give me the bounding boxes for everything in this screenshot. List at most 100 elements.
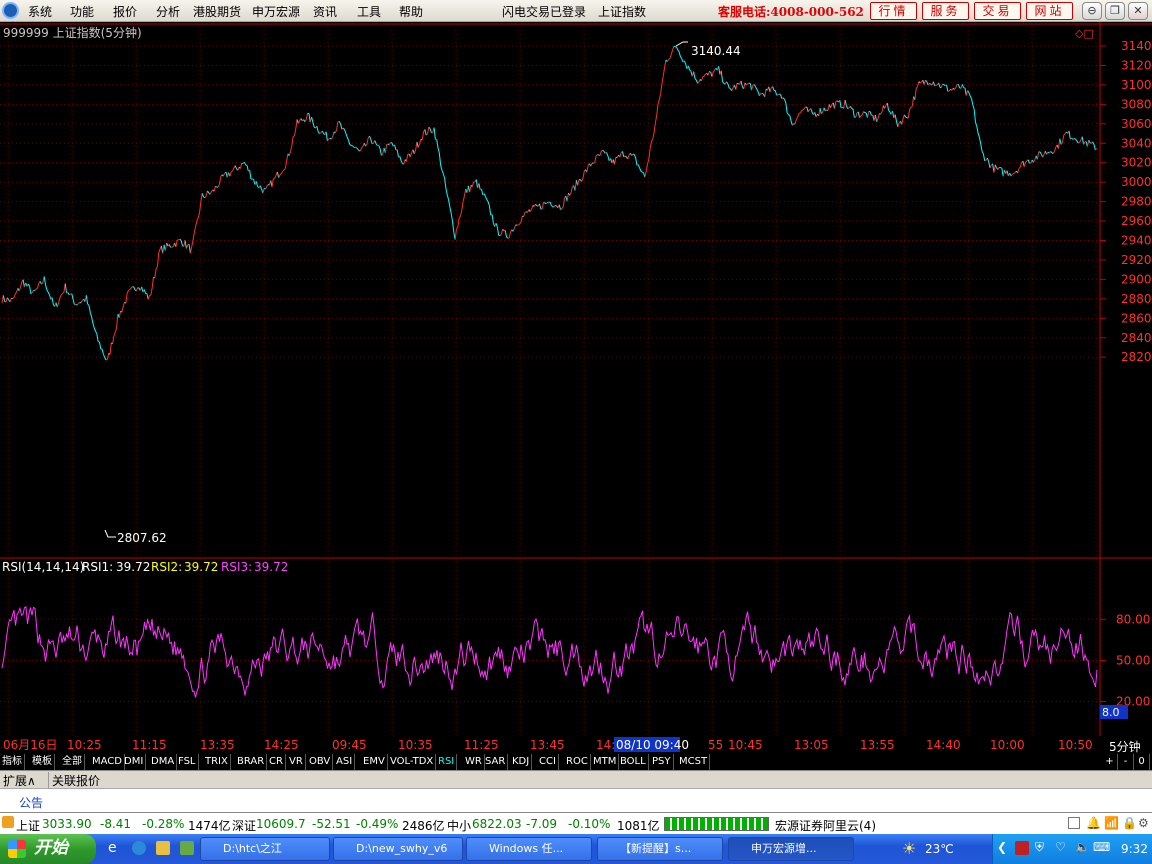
quicklaunch-app2-icon[interactable] [180,841,194,855]
price-segment [353,146,356,148]
service-button[interactable]: 服务 [922,2,969,20]
tray-app-icon[interactable] [1015,841,1029,855]
tray-back-icon[interactable]: ❮ [997,840,1007,854]
tab-control-1[interactable]: - [1118,754,1134,770]
weather-temp[interactable]: 23℃ [925,842,954,856]
tab-rsi[interactable]: RSI [436,754,458,770]
tray-network-icon[interactable]: ⛨ [1035,840,1044,855]
menu-hk-futures[interactable]: 港股期货 [193,3,241,20]
close-icon[interactable]: ✕ [1128,2,1148,20]
tab-cci[interactable]: CCI [537,754,559,770]
tab-vol-tdx[interactable]: VOL-TDX [388,754,437,770]
ticker-sme-name[interactable]: 中小 [447,817,471,834]
tab-control-0[interactable]: + [1102,754,1118,770]
taskbar-item-swhy-folder[interactable]: D:\new_swhy_v6 [333,837,463,861]
chart-options-icon[interactable]: ◇□ [1075,27,1094,40]
menu-system[interactable]: 系统 [28,3,52,20]
tray-shield-icon[interactable]: ♡ [1055,840,1066,854]
tab-obv[interactable]: OBV [307,754,334,770]
price-segment [64,283,68,294]
price-segment [877,113,880,119]
price-segment [653,122,656,133]
chart-area[interactable]: 999999 上证指数(5分钟) ◇□ 3140 3120 3100 3080 3060… [0,22,1152,736]
broker-server[interactable]: 宏源证券阿里云(4) [775,817,876,834]
tray-volume-icon[interactable]: 🔈 [1075,840,1090,854]
tab-boll[interactable]: BOLL [618,754,649,770]
quicklaunch-app-icon[interactable] [156,841,170,855]
price-segment [955,84,958,89]
tab-asi[interactable]: ASI [334,754,356,770]
menu-quotes[interactable]: 报价 [113,3,137,20]
time-tick-label: 14:25 [264,738,299,752]
tab-wr[interactable]: WR [463,754,485,770]
quotes-button[interactable]: 行情 [870,2,917,20]
ticker-sme-price: 6822.03 [472,817,522,831]
quicklaunch-icon[interactable] [132,841,146,855]
tab-emv[interactable]: EMV [361,754,388,770]
price-tick-label: 2940 [1121,234,1152,248]
website-button[interactable]: 网站 [1026,2,1073,20]
price-segment [89,312,93,318]
tab-mtm[interactable]: MTM [591,754,620,770]
bell-icon[interactable]: 🔔 [1086,816,1101,830]
menu-function[interactable]: 功能 [70,3,94,20]
price-segment [619,152,622,158]
menu-tools[interactable]: 工具 [357,3,381,20]
price-segment [276,171,280,178]
window-toggle-icon[interactable] [1068,817,1080,829]
price-segment [968,92,971,97]
tab-模板[interactable]: 模板 [30,754,55,770]
price-segment [243,161,247,166]
menu-help[interactable]: 帮助 [399,3,423,20]
windows-logo-icon [8,840,26,858]
tab-control-2[interactable]: 0 [1134,754,1150,770]
lock-icon[interactable]: 🔒 [1122,816,1137,830]
tab-mcst[interactable]: MCST [677,754,711,770]
tab-cr[interactable]: CR [267,754,286,770]
menu-info[interactable]: 资讯 [313,3,337,20]
tab-指标[interactable]: 指标 [0,754,25,770]
taskbar-item-task-manager[interactable]: Windows 任... [466,837,592,861]
app-logo-icon [2,2,19,19]
price-segment [656,104,659,116]
tab-roc[interactable]: ROC [564,754,591,770]
ie-icon[interactable]: e [108,840,117,856]
ticker-sz-name[interactable]: 深证 [232,817,256,834]
restore-icon[interactable]: ❐ [1105,2,1125,20]
taskbar-item-swhy-app[interactable]: 申万宏源增... [728,837,854,861]
clock[interactable]: 9:32 [1121,842,1148,856]
extend-toggle[interactable]: 扩展∧ [3,772,36,789]
time-tick-label: 10:50 [1058,738,1093,752]
taskbar-item-reminder[interactable]: 【新提醒】s... [597,837,723,861]
settings-icon[interactable]: ⚙ [1138,816,1149,830]
time-tick-label: 55 [708,738,723,752]
minimize-icon[interactable]: ⊖ [1082,2,1102,20]
tab-trix[interactable]: TRIX [203,754,231,770]
period-label[interactable]: 5分钟 [1109,738,1141,755]
start-button[interactable]: 开始 [0,834,96,864]
price-segment [101,349,104,355]
trade-button[interactable]: 交易 [974,2,1021,20]
tab-dmi[interactable]: DMI [122,754,147,770]
tab-psy[interactable]: PSY [650,754,674,770]
kline-chart-svg[interactable]: 999999 上证指数(5分钟) ◇□ 3140 3120 3100 3080 3060… [0,22,1152,736]
tab-vr[interactable]: VR [287,754,306,770]
menu-analysis[interactable]: 分析 [156,3,180,20]
price-segment [894,114,897,122]
notice-label[interactable]: 公告 [19,794,43,811]
tab-全部[interactable]: 全部 [60,754,85,770]
ticker-sh-name[interactable]: 上证 [16,817,40,834]
related-quotes-tab[interactable]: 关联报价 [48,772,100,789]
tab-dma[interactable]: DMA [149,754,178,770]
tab-kdj[interactable]: KDJ [510,754,533,770]
price-segment [336,121,339,130]
tab-sar[interactable]: SAR [483,754,509,770]
tab-fsl[interactable]: FSL [176,754,199,770]
taskbar-item-htc[interactable]: D:\htc\之江 [200,837,330,861]
tray-ime-icon[interactable]: ⌨ [1093,840,1110,854]
tab-brar[interactable]: BRAR [235,754,268,770]
time-tick-label: 11:15 [132,738,167,752]
menu-swhy[interactable]: 申万宏源 [252,3,300,20]
time-tick-label: 10:25 [67,738,102,752]
tab-macd[interactable]: MACD [90,754,125,770]
